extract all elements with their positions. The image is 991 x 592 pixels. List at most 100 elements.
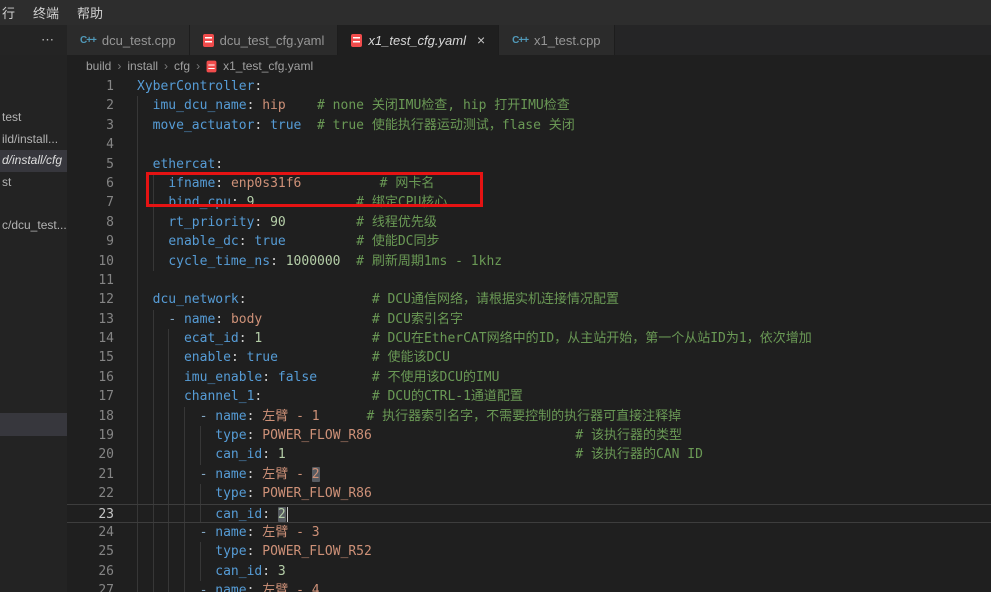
line-number: 11 (67, 271, 130, 290)
text-cursor (287, 507, 289, 522)
menu-item[interactable]: 行 (0, 3, 24, 22)
code-line[interactable]: 17 channel_1: # DCU的CTRL-1通道配置 (67, 387, 991, 406)
code-line[interactable]: 11 (67, 271, 991, 290)
code-line[interactable]: 18 - name: 左臂 - 1 # 执行器索引名字，不需要控制的执行器可直接… (67, 407, 991, 426)
line-number: 13 (67, 310, 130, 329)
code-line[interactable]: 7 bind_cpu: 9 # 绑定CPU核心 (67, 193, 991, 212)
breadcrumb: build › install › cfg › x1_test_cfg.yaml (67, 55, 991, 77)
line-number: 14 (67, 329, 130, 348)
code-line[interactable]: 13 - name: body # DCU索引名字 (67, 310, 991, 329)
code-line[interactable]: 25 type: POWER_FLOW_R52 (67, 542, 991, 561)
breadcrumb-item-cfg[interactable]: cfg (174, 59, 190, 73)
line-text: type: POWER_FLOW_R52 (130, 542, 991, 561)
tab-x1_test_cfg-yaml-active[interactable]: x1_test_cfg.yaml × (338, 25, 499, 55)
line-text (130, 135, 991, 154)
line-text: imu_dcu_name: hip # none 关闭IMU检查, hip 打开… (130, 96, 991, 115)
left-panel: ⋯ testild/install...d/install/cfgst c/dcu… (0, 25, 67, 592)
chevron-right-icon: › (196, 59, 200, 73)
code-lines: 1XyberController:2 imu_dcu_name: hip # n… (67, 77, 991, 592)
line-number: 20 (67, 445, 130, 464)
line-text: ecat_id: 1 # DCU在EtherCAT网络中的ID，从主站开始，第一… (130, 329, 991, 348)
line-text: enable: true # 使能该DCU (130, 348, 991, 367)
line-number: 10 (67, 252, 130, 271)
line-number: 7 (67, 193, 130, 212)
line-number: 24 (67, 523, 130, 542)
code-line[interactable]: 3 move_actuator: true # true 使能执行器运动测试，f… (67, 116, 991, 135)
code-line[interactable]: 4 (67, 135, 991, 154)
yaml-file-icon (203, 34, 214, 47)
close-icon[interactable]: × (477, 33, 485, 47)
line-text: ethercat: (130, 155, 991, 174)
code-line[interactable]: 14 ecat_id: 1 # DCU在EtherCAT网络中的ID，从主站开始… (67, 329, 991, 348)
left-panel-highlight-row[interactable] (0, 413, 67, 436)
code-line[interactable]: 6 ifname: enp0s31f6 # 网卡名 (67, 174, 991, 193)
line-text: can_id: 2 (130, 505, 991, 522)
line-number: 3 (67, 116, 130, 135)
line-number: 2 (67, 96, 130, 115)
more-actions-icon[interactable]: ⋯ (41, 32, 55, 48)
left-panel-item[interactable]: d/install/cfg (0, 150, 67, 172)
line-text: - name: 左臂 - 1 # 执行器索引名字，不需要控制的执行器可直接注释掉 (130, 407, 991, 426)
chevron-right-icon: › (117, 59, 121, 73)
code-line[interactable]: 26 can_id: 3 (67, 562, 991, 581)
chevron-right-icon: › (164, 59, 168, 73)
line-text: bind_cpu: 9 # 绑定CPU核心 (130, 193, 991, 212)
line-text: dcu_network: # DCU通信网络，请根据实机连接情况配置 (130, 290, 991, 309)
line-text: enable_dc: true # 使能DC同步 (130, 232, 991, 251)
menu-item[interactable]: 终端 (24, 3, 68, 22)
line-text: ifname: enp0s31f6 # 网卡名 (130, 174, 991, 193)
line-text (130, 271, 991, 290)
code-line[interactable]: 20 can_id: 1 # 该执行器的CAN ID (67, 445, 991, 464)
menu-item[interactable]: 帮助 (68, 3, 112, 22)
code-line[interactable]: 15 enable: true # 使能该DCU (67, 348, 991, 367)
code-line[interactable]: 10 cycle_time_ns: 1000000 # 刷新周期1ms - 1k… (67, 252, 991, 271)
line-number: 4 (67, 135, 130, 154)
code-line[interactable]: 16 imu_enable: false # 不使用该DCU的IMU (67, 368, 991, 387)
yaml-file-icon (207, 60, 217, 72)
line-text: - name: 左臂 - 4 (130, 581, 991, 592)
menu-bar: 行终端帮助 (0, 0, 991, 25)
line-text: rt_priority: 90 # 线程优先级 (130, 213, 991, 232)
code-line[interactable]: 19 type: POWER_FLOW_R86 # 该执行器的类型 (67, 426, 991, 445)
line-number: 5 (67, 155, 130, 174)
breadcrumb-item-file[interactable]: x1_test_cfg.yaml (223, 59, 313, 73)
line-text: move_actuator: true # true 使能执行器运动测试，fla… (130, 116, 991, 135)
code-line[interactable]: 22 type: POWER_FLOW_R86 (67, 484, 991, 503)
code-line[interactable]: 12 dcu_network: # DCU通信网络，请根据实机连接情况配置 (67, 290, 991, 309)
code-line[interactable]: 21 - name: 左臂 - 2 (67, 465, 991, 484)
line-number: 19 (67, 426, 130, 445)
tab-bar: C++ dcu_test.cpp dcu_test_cfg.yaml x1_te… (67, 25, 991, 55)
editor-group: C++ dcu_test.cpp dcu_test_cfg.yaml x1_te… (67, 25, 991, 592)
tab-label: dcu_test_cfg.yaml (220, 33, 325, 48)
left-panel-item[interactable]: st (0, 172, 67, 194)
breadcrumb-item-build[interactable]: build (86, 59, 111, 73)
left-panel-item[interactable]: c/dcu_test... (0, 215, 67, 237)
line-text: channel_1: # DCU的CTRL-1通道配置 (130, 387, 991, 406)
code-line[interactable]: 8 rt_priority: 90 # 线程优先级 (67, 213, 991, 232)
line-text: - name: body # DCU索引名字 (130, 310, 991, 329)
cpp-file-icon: C++ (80, 35, 96, 46)
left-panel-item[interactable]: ild/install... (0, 129, 67, 151)
breadcrumb-item-install[interactable]: install (127, 59, 158, 73)
line-number: 9 (67, 232, 130, 251)
left-panel-item[interactable]: test (0, 107, 67, 129)
line-number: 8 (67, 213, 130, 232)
tab-x1_test-cpp[interactable]: C++ x1_test.cpp (499, 25, 614, 55)
tab-dcu_test-cpp[interactable]: C++ dcu_test.cpp (67, 25, 190, 55)
code-line[interactable]: 23 can_id: 2 (67, 504, 991, 523)
line-text: type: POWER_FLOW_R86 # 该执行器的类型 (130, 426, 991, 445)
yaml-file-icon (351, 34, 362, 47)
panel-header: ⋯ (0, 25, 67, 55)
line-text: can_id: 3 (130, 562, 991, 581)
code-line[interactable]: 27 - name: 左臂 - 4 (67, 581, 991, 592)
line-text: type: POWER_FLOW_R86 (130, 484, 991, 503)
code-line[interactable]: 24 - name: 左臂 - 3 (67, 523, 991, 542)
line-number: 26 (67, 562, 130, 581)
line-number: 16 (67, 368, 130, 387)
tab-dcu_test_cfg-yaml[interactable]: dcu_test_cfg.yaml (190, 25, 339, 55)
code-line[interactable]: 2 imu_dcu_name: hip # none 关闭IMU检查, hip … (67, 96, 991, 115)
code-line[interactable]: 9 enable_dc: true # 使能DC同步 (67, 232, 991, 251)
code-editor[interactable]: 1XyberController:2 imu_dcu_name: hip # n… (67, 77, 991, 592)
code-line[interactable]: 5 ethercat: (67, 155, 991, 174)
code-line[interactable]: 1XyberController: (67, 77, 991, 96)
